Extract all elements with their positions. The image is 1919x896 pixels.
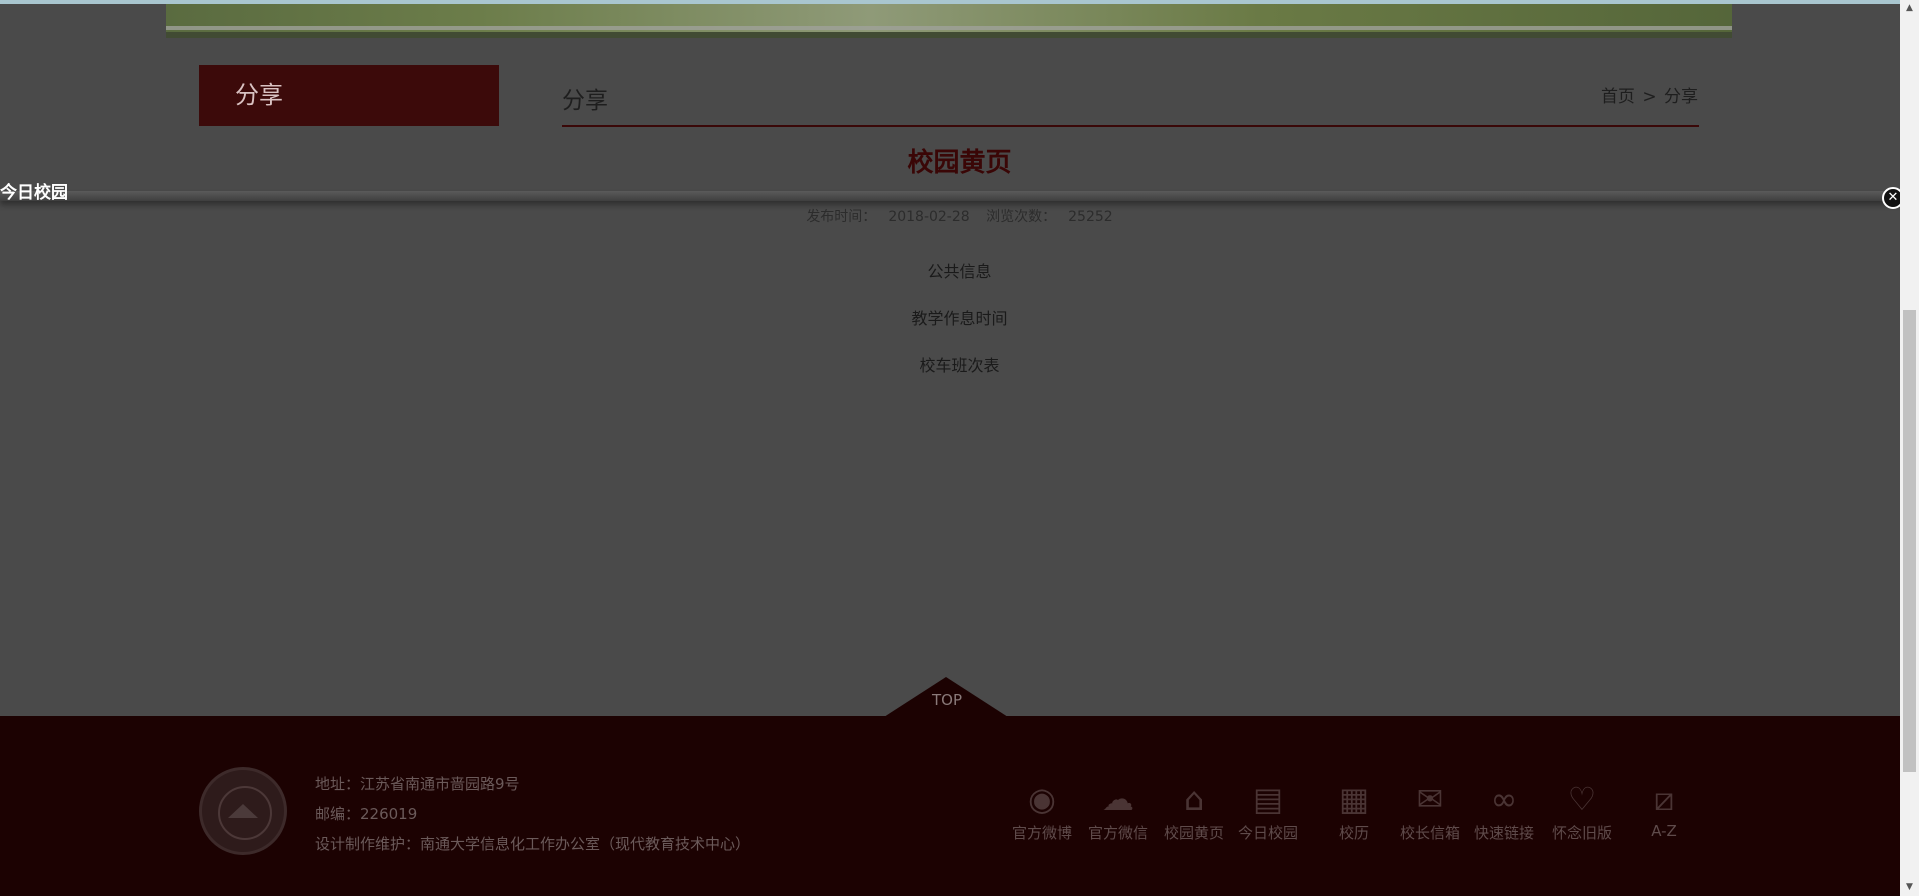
footer-link-label: 快速链接 <box>1473 824 1534 842</box>
footer-link-calendar[interactable]: ▦ 校历 <box>1314 778 1394 843</box>
footer-link-a-z[interactable]: ⧄ A-Z <box>1624 778 1704 840</box>
section-divider <box>562 125 1699 127</box>
footer-link-old-version[interactable]: ♡ 怀念旧版 <box>1542 778 1622 843</box>
heart-icon: ♡ <box>1567 780 1597 818</box>
link-icon: ∞ <box>1490 780 1518 818</box>
sidebar-title: 分享 <box>235 81 283 109</box>
section-title: 分享 <box>562 88 608 114</box>
footer-link-wechat[interactable]: ☁ 官方微信 <box>1078 778 1158 843</box>
scroll-up-arrow-icon[interactable]: ▲ <box>1900 0 1919 17</box>
footer-link-label: 校园黄页 <box>1163 824 1224 842</box>
campus-banner-image <box>166 4 1732 38</box>
article-title: 校园黄页 <box>907 148 1012 178</box>
footer-link-label: 官方微信 <box>1087 824 1148 842</box>
footer-link-today-campus[interactable]: ▤ 今日校园 <box>1228 778 1308 843</box>
footer-link-label: 校历 <box>1338 824 1369 842</box>
back-to-top: TOP <box>0 677 1919 717</box>
breadcrumb-current[interactable]: 分享 <box>1664 87 1698 107</box>
breadcrumb-separator: > <box>1642 87 1657 107</box>
footer-link-label: 官方微博 <box>1011 824 1072 842</box>
breadcrumb: 首页 > 分享 <box>1599 82 1698 107</box>
link-bus-schedule[interactable]: 校车班次表 <box>0 352 1919 399</box>
address-line: 地址：江苏省南通市啬园路9号 <box>315 775 520 793</box>
scroll-down-arrow-icon[interactable]: ▼ <box>1900 879 1919 896</box>
footer-link-weibo[interactable]: ◉ 官方微博 <box>1002 778 1082 843</box>
link-public-info[interactable]: 公共信息 <box>0 258 1919 305</box>
footer-link-label: 校长信箱 <box>1399 824 1460 842</box>
footer-link-yellow-pages[interactable]: ⌂ 校园黄页 <box>1154 778 1234 843</box>
link-class-schedule[interactable]: 教学作息时间 <box>0 305 1919 352</box>
building-icon: ⌂ <box>1183 780 1205 818</box>
footer-link-quick-links[interactable]: ∞ 快速链接 <box>1464 778 1544 843</box>
article-link-list: 公共信息 教学作息时间 校车班次表 <box>0 258 1919 399</box>
footer-address-block: 地址：江苏省南通市啬园路9号 邮编：226019 设计制作维护：南通大学信息化工… <box>315 769 750 859</box>
article-meta: 发布时间： 2018-02-28 浏览次数： 25252 <box>0 206 1919 226</box>
wechat-icon: ☁ <box>1102 780 1134 818</box>
back-to-top-label[interactable]: TOP <box>924 691 970 709</box>
sidebar-title-box: 分享 <box>199 65 499 126</box>
overlay-title: 今日校园 <box>0 183 68 203</box>
breadcrumb-home-link[interactable]: 首页 <box>1601 87 1635 107</box>
views-count: 25252 <box>1068 209 1113 225</box>
credit-line: 设计制作维护：南通大学信息化工作办公室（现代教育技术中心） <box>315 835 751 853</box>
chart-icon: ⧄ <box>1653 780 1675 818</box>
overlay-header-bar <box>0 191 1900 201</box>
published-date: 2018-02-28 <box>888 209 970 225</box>
scrollbar-thumb[interactable] <box>1903 310 1916 772</box>
banner-fence <box>166 26 1732 30</box>
weibo-icon: ◉ <box>1028 780 1056 818</box>
postcode-line: 邮编：226019 <box>315 805 418 823</box>
footer-link-mailbox[interactable]: ✉ 校长信箱 <box>1390 778 1470 843</box>
calendar-icon: ▦ <box>1338 780 1370 818</box>
vertical-scrollbar[interactable]: ▲ ▼ <box>1900 0 1919 896</box>
published-label: 发布时间： <box>806 209 877 225</box>
newspaper-icon: ▤ <box>1252 780 1284 818</box>
footer-link-label: 今日校园 <box>1237 824 1298 842</box>
university-logo <box>199 767 287 855</box>
footer-link-label: 怀念旧版 <box>1551 824 1612 842</box>
views-label: 浏览次数： <box>986 209 1057 225</box>
mail-icon: ✉ <box>1416 780 1444 818</box>
footer-link-label: A-Z <box>1651 822 1677 840</box>
